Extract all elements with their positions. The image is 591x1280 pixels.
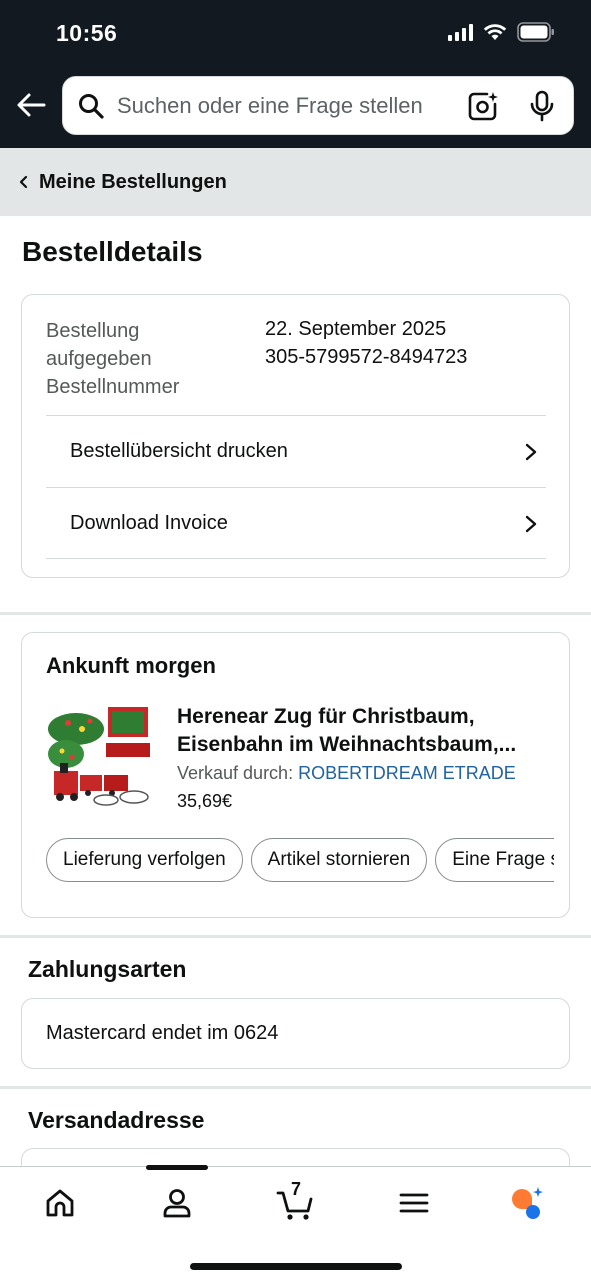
seller-prefix: Verkauf durch: (177, 763, 294, 783)
breadcrumb-label[interactable]: Meine Bestellungen (39, 171, 227, 194)
search-icon (79, 93, 104, 119)
download-invoice-row[interactable]: Download Invoice (46, 487, 546, 559)
payment-section-title: Zahlungsarten (28, 956, 187, 982)
back-arrow-icon[interactable] (14, 88, 48, 122)
divider (46, 558, 546, 559)
wifi-icon (483, 24, 507, 40)
chevron-right-icon (525, 443, 537, 460)
order-info-card: Bestellung aufgegeben Bestellnummer 22. … (21, 294, 570, 578)
account-icon[interactable] (159, 1185, 195, 1221)
app-header: 10:56 (0, 0, 591, 148)
download-invoice-label: Download Invoice (70, 512, 228, 534)
home-icon[interactable] (42, 1185, 78, 1221)
section-divider (0, 612, 591, 615)
cancel-item-button[interactable]: Artikel stornieren (250, 838, 428, 882)
chevron-left-icon (19, 175, 28, 189)
product-title-line2: Eisenbahn im Weihnachtsbaum,... (177, 733, 517, 756)
cellular-signal-icon (448, 23, 473, 41)
order-number-label: Bestellnummer (46, 376, 180, 398)
battery-icon (517, 22, 554, 42)
seller-link[interactable]: ROBERTDREAM ETRADE (298, 763, 516, 783)
order-meta-labels: Bestellung aufgegeben Bestellnummer (46, 317, 246, 401)
search-bar[interactable] (62, 76, 574, 135)
order-date: 22. September 2025 (265, 318, 447, 340)
microphone-icon[interactable] (527, 90, 557, 122)
section-divider (0, 1086, 591, 1089)
status-icons (448, 22, 555, 42)
payment-method: Mastercard endet im 0624 (46, 1022, 279, 1044)
track-package-button[interactable]: Lieferung verfolgen (46, 838, 243, 882)
arrival-status: Ankunft morgen (46, 653, 216, 678)
order-placed-label: Bestellung aufgegeben (46, 320, 152, 370)
home-indicator (190, 1263, 402, 1270)
shipment-card: Ankunft morgen Herenear Zug für Christba… (21, 632, 570, 918)
order-number: 305-5799572-8494723 (265, 346, 468, 368)
cart-button[interactable]: 7 (275, 1179, 319, 1221)
active-tab-indicator (146, 1165, 208, 1170)
camera-lens-icon[interactable] (467, 90, 499, 122)
payment-card: Mastercard endet im 0624 (21, 998, 570, 1069)
product-title[interactable]: Herenear Zug für Christbaum, Eisenbahn i… (177, 703, 547, 759)
order-meta-values: 22. September 2025 305-5799572-8494723 (265, 315, 467, 371)
status-time: 10:56 (56, 20, 118, 46)
bottom-navigation: 7 (0, 1165, 591, 1280)
print-summary-row[interactable]: Bestellübersicht drucken (46, 415, 546, 487)
chevron-right-icon (525, 515, 537, 532)
menu-icon[interactable] (396, 1185, 432, 1221)
shipping-section-title: Versandadresse (28, 1107, 205, 1133)
product-title-line1: Herenear Zug für Christbaum, (177, 705, 475, 728)
shipment-actions: Lieferung verfolgen Artikel stornieren Ein… (46, 838, 554, 884)
product-thumbnail[interactable] (46, 699, 152, 809)
product-price: 35,69€ (177, 791, 233, 811)
search-input[interactable] (117, 92, 437, 119)
cart-count-badge: 7 (291, 1179, 302, 1199)
page-title: Bestelldetails (22, 236, 203, 267)
seller-info: Verkauf durch: ROBERTDREAM ETRADE (177, 763, 516, 784)
section-divider (0, 935, 591, 938)
ask-question-button[interactable]: Eine Frage stellen (435, 838, 554, 882)
breadcrumb[interactable]: Meine Bestellungen (0, 148, 591, 216)
print-summary-label: Bestellübersicht drucken (70, 440, 288, 462)
rufus-assistant-icon[interactable] (508, 1185, 544, 1221)
